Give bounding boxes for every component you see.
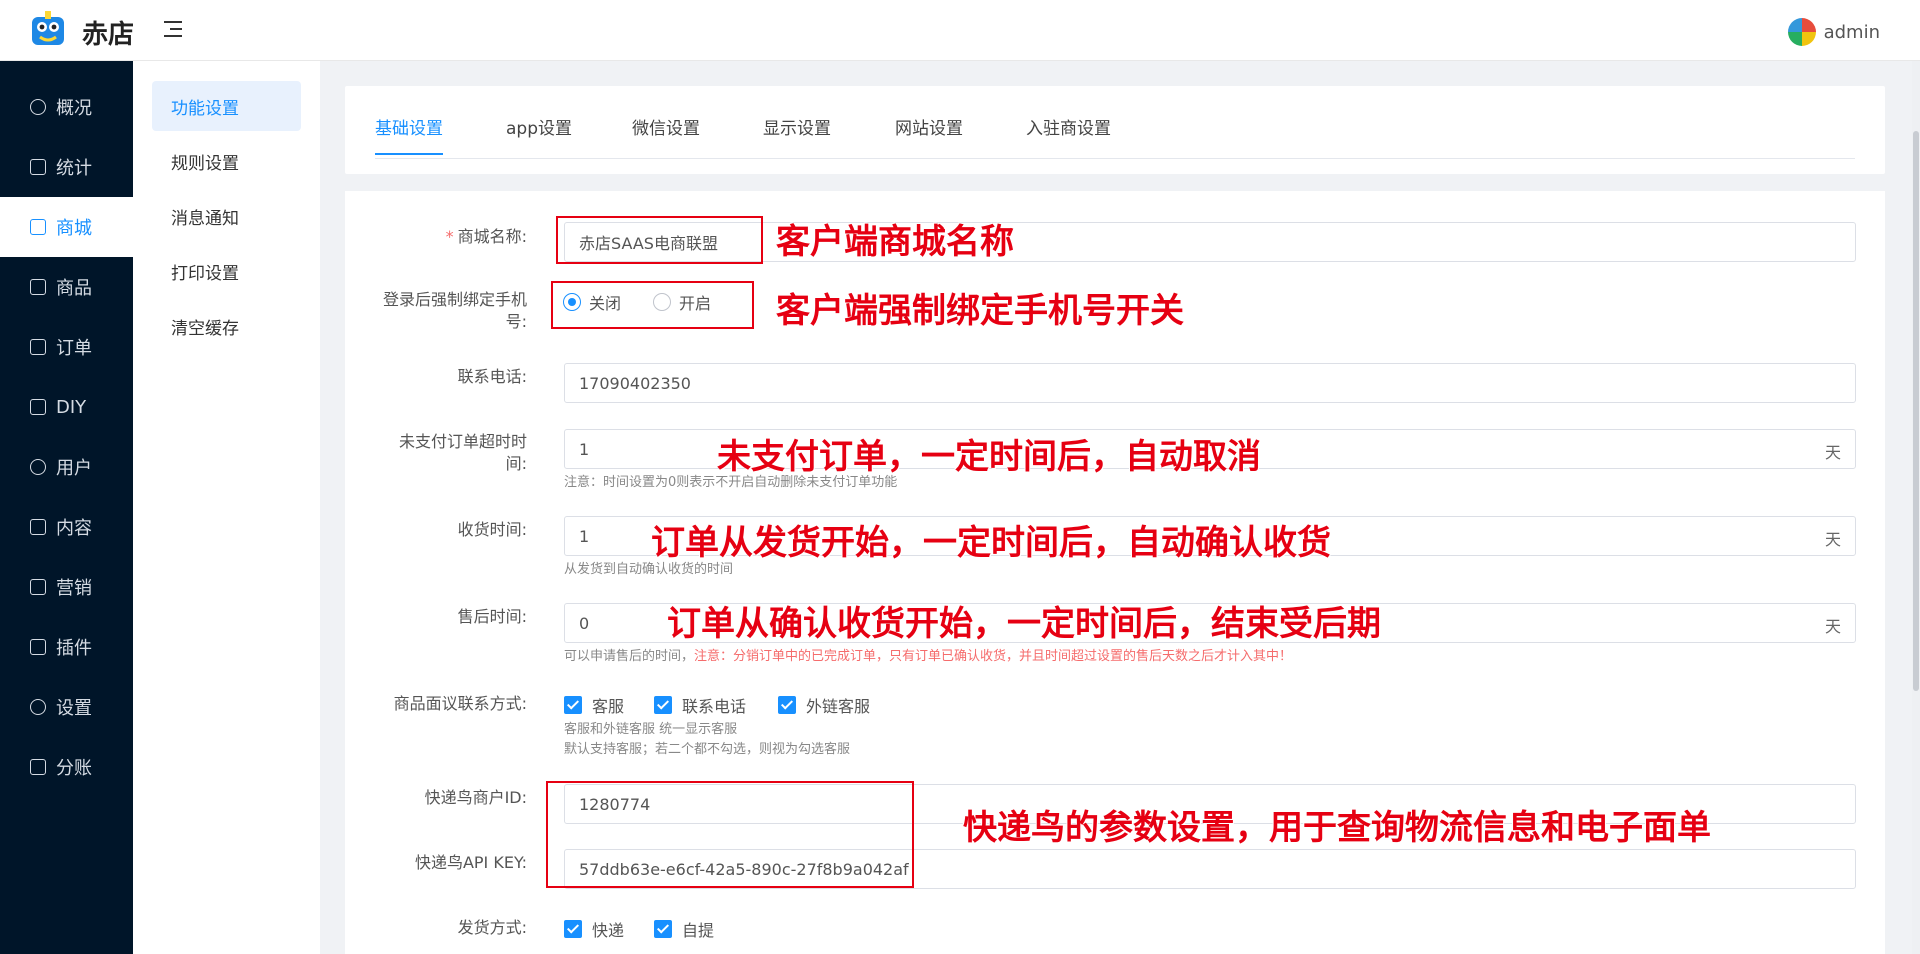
delivery-method-label: 发货方式:: [457, 918, 527, 937]
tabs-divider: [375, 158, 1855, 159]
content-icon: [30, 519, 46, 535]
delivery-pickup-checkbox[interactable]: 自提: [654, 917, 714, 941]
sidebar-item-diy[interactable]: DIY: [0, 377, 133, 437]
annotation-unpaid-timeout: 未支付订单，一定时间后，自动取消: [717, 437, 1261, 477]
bind-phone-label: 登录后强制绑定手机 号:: [382, 290, 527, 331]
top-bar: 赤店 admin: [0, 0, 1920, 61]
annotation-mall-name: 客户端商城名称: [776, 222, 1014, 262]
sidebar-item-marketing[interactable]: 营销: [0, 557, 133, 617]
mall-name-label: * 商城名称:: [445, 227, 527, 246]
annotation-kdn: 快递鸟的参数设置，用于查询物流信息和电子面单: [963, 808, 1711, 848]
order-icon: [30, 339, 46, 355]
sidebar-item-goods[interactable]: 商品: [0, 257, 133, 317]
user-menu[interactable]: admin: [1787, 18, 1880, 46]
sidebar-item-split[interactable]: 分账: [0, 737, 133, 797]
sidebar-item-orders[interactable]: 订单: [0, 317, 133, 377]
contact-service-checkbox[interactable]: 客服: [564, 693, 624, 717]
user-name: admin: [1823, 21, 1880, 43]
tab-merchant[interactable]: 入驻商设置: [1026, 114, 1111, 153]
dashboard-icon: [30, 99, 46, 115]
user-icon: [30, 459, 46, 475]
mall-name-input[interactable]: 赤店SAAS电商联盟: [564, 222, 1856, 262]
sidebar-item-overview[interactable]: 概况: [0, 77, 133, 137]
submenu-print-settings[interactable]: 打印设置: [152, 246, 301, 296]
split-icon: [30, 759, 46, 775]
marketing-icon: [30, 579, 46, 595]
scrollbar-thumb[interactable]: [1913, 131, 1919, 691]
kdn-key-input[interactable]: 57ddb63e-e6cf-42a5-890c-27f8b9a042af: [564, 849, 1856, 889]
contact-hint-1: 客服和外链客服 统一显示客服: [564, 722, 738, 737]
receive-time-label: 收货时间:: [457, 520, 527, 539]
phone-input[interactable]: 17090402350: [564, 363, 1856, 403]
submenu-notifications[interactable]: 消息通知: [152, 191, 301, 241]
stats-icon: [30, 159, 46, 175]
contact-method-label: 商品面议联系方式:: [393, 694, 527, 713]
annotation-bind-phone: 客户端强制绑定手机号开关: [776, 291, 1184, 331]
settings-tabs: 基础设置 app设置 微信设置 显示设置 网站设置 入驻商设置: [345, 86, 1885, 174]
sidebar-item-stats[interactable]: 统计: [0, 137, 133, 197]
sub-menu: 功能设置 规则设置 消息通知 打印设置 清空缓存: [133, 61, 320, 954]
kdn-key-label: 快递鸟API KEY:: [414, 853, 527, 872]
annotation-after-sale: 订单从确认收货开始，一定时间后，结束受后期: [667, 604, 1381, 644]
logo-icon: [32, 11, 64, 45]
diy-icon: [30, 399, 46, 415]
submenu-function-settings[interactable]: 功能设置: [152, 81, 301, 131]
page-scrollbar[interactable]: [1912, 61, 1920, 954]
contact-hint-2: 默认支持客服；若二个都不勾选，则视为勾选客服: [564, 742, 851, 757]
avatar: [1787, 18, 1816, 46]
after-sale-label: 售后时间:: [457, 607, 527, 626]
phone-label: 联系电话:: [457, 367, 527, 386]
tab-basic[interactable]: 基础设置: [375, 114, 443, 155]
brand-name: 赤店: [82, 20, 135, 50]
plugin-icon: [30, 639, 46, 655]
sidebar-item-plugins[interactable]: 插件: [0, 617, 133, 677]
store-icon: [30, 219, 46, 235]
submenu-clear-cache[interactable]: 清空缓存: [152, 301, 301, 351]
bind-phone-on-radio[interactable]: 开启: [653, 290, 711, 314]
contact-external-checkbox[interactable]: 外链客服: [778, 693, 870, 717]
tab-display[interactable]: 显示设置: [763, 114, 831, 153]
gear-icon: [30, 699, 46, 715]
tab-app[interactable]: app设置: [506, 114, 572, 153]
after-sale-hint: 可以申请售后的时间，注意：分销订单中的已完成订单，只有订单已确认收货，并且时间超…: [564, 649, 1293, 664]
sidebar-item-store[interactable]: 商城: [0, 197, 133, 257]
sidebar: 概况 统计 商城 商品 订单 DIY 用户 内容 营销 插件 设置 分账: [0, 61, 133, 954]
tab-wechat[interactable]: 微信设置: [632, 114, 700, 153]
annotation-receive-time: 订单从发货开始，一定时间后，自动确认收货: [651, 523, 1331, 563]
sidebar-item-settings[interactable]: 设置: [0, 677, 133, 737]
submenu-rule-settings[interactable]: 规则设置: [152, 136, 301, 186]
delivery-express-checkbox[interactable]: 快递: [564, 917, 624, 941]
kdn-id-label: 快递鸟商户ID:: [424, 788, 527, 807]
bind-phone-off-radio[interactable]: 关闭: [563, 290, 621, 314]
unpaid-timeout-label: 未支付订单超时时 间:: [398, 432, 527, 473]
contact-phone-checkbox[interactable]: 联系电话: [654, 693, 746, 717]
tab-website[interactable]: 网站设置: [895, 114, 963, 153]
sidebar-item-users[interactable]: 用户: [0, 437, 133, 497]
menu-collapse-icon[interactable]: [158, 18, 186, 42]
goods-icon: [30, 279, 46, 295]
sidebar-item-content[interactable]: 内容: [0, 497, 133, 557]
